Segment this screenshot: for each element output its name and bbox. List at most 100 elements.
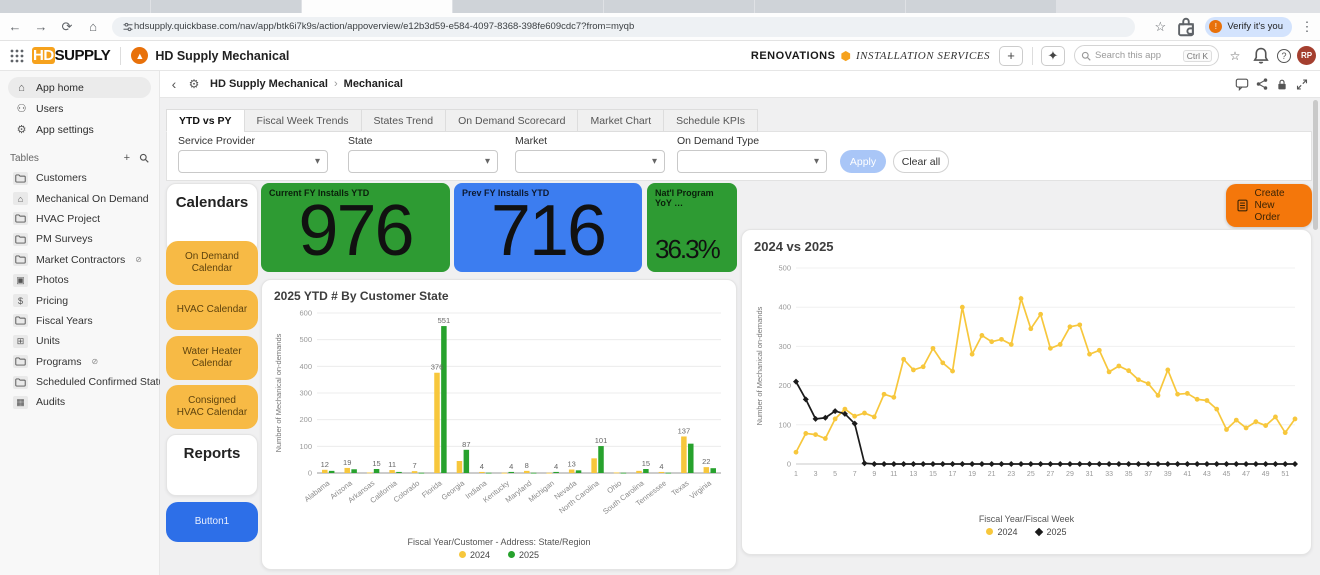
svg-text:41: 41 <box>1183 471 1191 478</box>
filter-select-market[interactable]: ▾ <box>515 150 665 173</box>
kpi-yoy[interactable]: Nat'l Program YoY … 36.3% <box>647 183 737 272</box>
svg-text:Alabama: Alabama <box>303 478 333 504</box>
create-new-order-button[interactable]: Create New Order <box>1226 184 1312 227</box>
browser-tab[interactable]: License Management - Washi… <box>755 0 905 13</box>
waffle-menu-icon[interactable] <box>10 49 24 63</box>
svg-text:600: 600 <box>299 309 312 318</box>
sidebar-table-item[interactable]: ▣Photos <box>8 270 151 290</box>
sidebar-table-item[interactable]: PM Surveys <box>8 229 151 249</box>
extensions-icon[interactable] <box>1175 16 1197 38</box>
sidebar-table-item[interactable]: Programs⊘ <box>8 352 151 372</box>
tab-schedule-kpis[interactable]: Schedule KPIs <box>663 109 758 132</box>
table-label: Market Contractors <box>36 254 125 266</box>
table-label: Units <box>36 335 60 347</box>
filter-select-service-provider[interactable]: ▾ <box>178 150 328 173</box>
browser-tab[interactable]: Trends & Analysis - Washi… <box>604 0 754 13</box>
svg-text:39: 39 <box>1164 471 1172 478</box>
sidebar-table-item[interactable]: Customers <box>8 168 151 188</box>
bar-chart-legend: 2024 2025 <box>262 550 736 560</box>
add-new-button[interactable]: + <box>999 46 1023 66</box>
breadcrumb-app-link[interactable]: HD Supply Mechanical <box>210 78 328 90</box>
fullscreen-icon[interactable] <box>1292 78 1312 91</box>
reports-card[interactable]: Reports <box>166 434 258 496</box>
bar-chart-title: 2025 YTD # By Customer State <box>262 280 736 303</box>
button1[interactable]: Button1 <box>166 502 258 542</box>
tab-states-trend[interactable]: States Trend <box>361 109 446 132</box>
browser-home-icon[interactable]: ⌂ <box>82 16 104 38</box>
collapse-sidebar-icon[interactable]: ‹ <box>164 76 184 92</box>
sidebar-table-item[interactable]: ⊞Units <box>8 331 151 351</box>
clear-all-button[interactable]: Clear all <box>893 150 949 173</box>
table-label: Programs <box>36 356 82 368</box>
forward-icon[interactable]: → <box>30 16 52 38</box>
sidebar-item-app-home[interactable]: ⌂ App home <box>8 77 151 98</box>
feedback-icon[interactable] <box>1232 77 1252 91</box>
favorites-star-icon[interactable]: ☆ <box>1225 46 1245 66</box>
svg-text:300: 300 <box>299 389 312 398</box>
browser-tab[interactable]: Regular Business <box>906 0 1056 13</box>
filter-select-on-demand-type[interactable]: ▾ <box>677 150 827 173</box>
sidebar-table-item[interactable]: HVAC Project <box>8 209 151 229</box>
search-tables-icon[interactable] <box>139 153 149 163</box>
back-icon[interactable]: ← <box>4 16 26 38</box>
page-settings-gear-icon[interactable]: ⚙ <box>184 77 204 91</box>
sidebar-item-users[interactable]: ⚇ Users <box>8 98 151 119</box>
sidebar-table-item[interactable]: ▦Audits <box>8 392 151 412</box>
calendar-button-consigned-hvac-calendar[interactable]: Consigned HVAC Calendar <box>166 385 258 429</box>
table-label: Scheduled Confirmed Status <box>36 376 170 388</box>
notifications-bell-icon[interactable] <box>1251 46 1271 66</box>
sidebar-item-label: App settings <box>36 124 94 136</box>
sidebar-table-item[interactable]: Scheduled Confirmed Status <box>8 372 151 392</box>
svg-text:13: 13 <box>567 460 575 469</box>
bookmark-star-icon[interactable]: ☆ <box>1149 16 1171 38</box>
share-icon[interactable] <box>1252 77 1272 91</box>
filter-select-state[interactable]: ▾ <box>348 150 498 173</box>
address-bar[interactable]: hdsupply.quickbase.com/nav/app/btk6i7k9s… <box>112 17 1135 37</box>
tab-ytd-vs-py[interactable]: YTD vs PY <box>166 109 244 132</box>
browser-tab[interactable]: Service Provider Compliance … <box>151 0 301 13</box>
pipelines-button[interactable]: ✦ <box>1041 46 1065 66</box>
filter-label: Service Provider <box>178 135 328 147</box>
tab-on-demand-scorecard[interactable]: On Demand Scorecard <box>445 109 577 132</box>
user-avatar[interactable]: RP <box>1297 46 1316 65</box>
logo-hd: HD <box>32 47 55 64</box>
browser-tab[interactable]: … <box>0 0 150 13</box>
calendar-button-on-demand-calendar[interactable]: On Demand Calendar <box>166 241 258 285</box>
bar-chart-xlabel: Fiscal Year/Customer - Address: State/Re… <box>262 537 736 547</box>
scrollbar[interactable] <box>1313 100 1318 230</box>
lock-icon[interactable] <box>1272 78 1292 91</box>
add-table-icon[interactable]: + <box>124 152 130 164</box>
sidebar-item-app-settings[interactable]: ⚙ App settings <box>8 119 151 140</box>
calendar-button-hvac-calendar[interactable]: HVAC Calendar <box>166 290 258 330</box>
svg-text:200: 200 <box>778 381 791 390</box>
refresh-icon[interactable]: ⟳ <box>56 16 78 38</box>
hdsupply-logo[interactable]: HDSUPPLY <box>32 47 110 64</box>
svg-text:9: 9 <box>872 471 876 478</box>
browser-menu-icon[interactable]: ⋮ <box>1296 16 1318 38</box>
browser-tab[interactable]: Scorecard/East Washington … <box>453 0 603 13</box>
sidebar-table-item[interactable]: ⌂Mechanical On Demand <box>8 188 151 208</box>
app-icon[interactable]: ▲ <box>131 47 148 64</box>
svg-text:15: 15 <box>642 459 650 468</box>
svg-text:Number of Mechanical on-demand: Number of Mechanical on-demands <box>755 306 764 425</box>
verify-label: Verify it's you <box>1227 21 1283 32</box>
kpi-current-fy[interactable]: Current FY Installs YTD 976 <box>261 183 450 272</box>
svg-text:27: 27 <box>1046 471 1054 478</box>
apply-button[interactable]: Apply <box>840 150 886 173</box>
tab-market-chart[interactable]: Market Chart <box>577 109 663 132</box>
home-icon: ⌂ <box>15 82 28 94</box>
table-label: Fiscal Years <box>36 315 93 327</box>
sidebar-table-item[interactable]: Fiscal Years <box>8 311 151 331</box>
calendar-button-water-heater-calendar[interactable]: Water Heater Calendar <box>166 336 258 380</box>
browser-tab[interactable]: Mechanical <box>302 0 452 13</box>
filter-label: State <box>348 135 498 147</box>
app-search-input[interactable]: Search this app Ctrl K <box>1074 45 1219 66</box>
help-icon[interactable]: ? <box>1277 49 1291 63</box>
svg-text:31: 31 <box>1086 471 1094 478</box>
sidebar-table-item[interactable]: Market Contractors⊘ <box>8 250 151 270</box>
site-info-icon[interactable] <box>122 21 134 33</box>
sidebar-table-item[interactable]: $Pricing <box>8 290 151 310</box>
verify-profile-button[interactable]: ! Verify it's you <box>1205 17 1292 37</box>
tab-fiscal-week-trends[interactable]: Fiscal Week Trends <box>244 109 361 132</box>
kpi-prev-fy[interactable]: Prev FY Installs YTD 716 <box>454 183 642 272</box>
